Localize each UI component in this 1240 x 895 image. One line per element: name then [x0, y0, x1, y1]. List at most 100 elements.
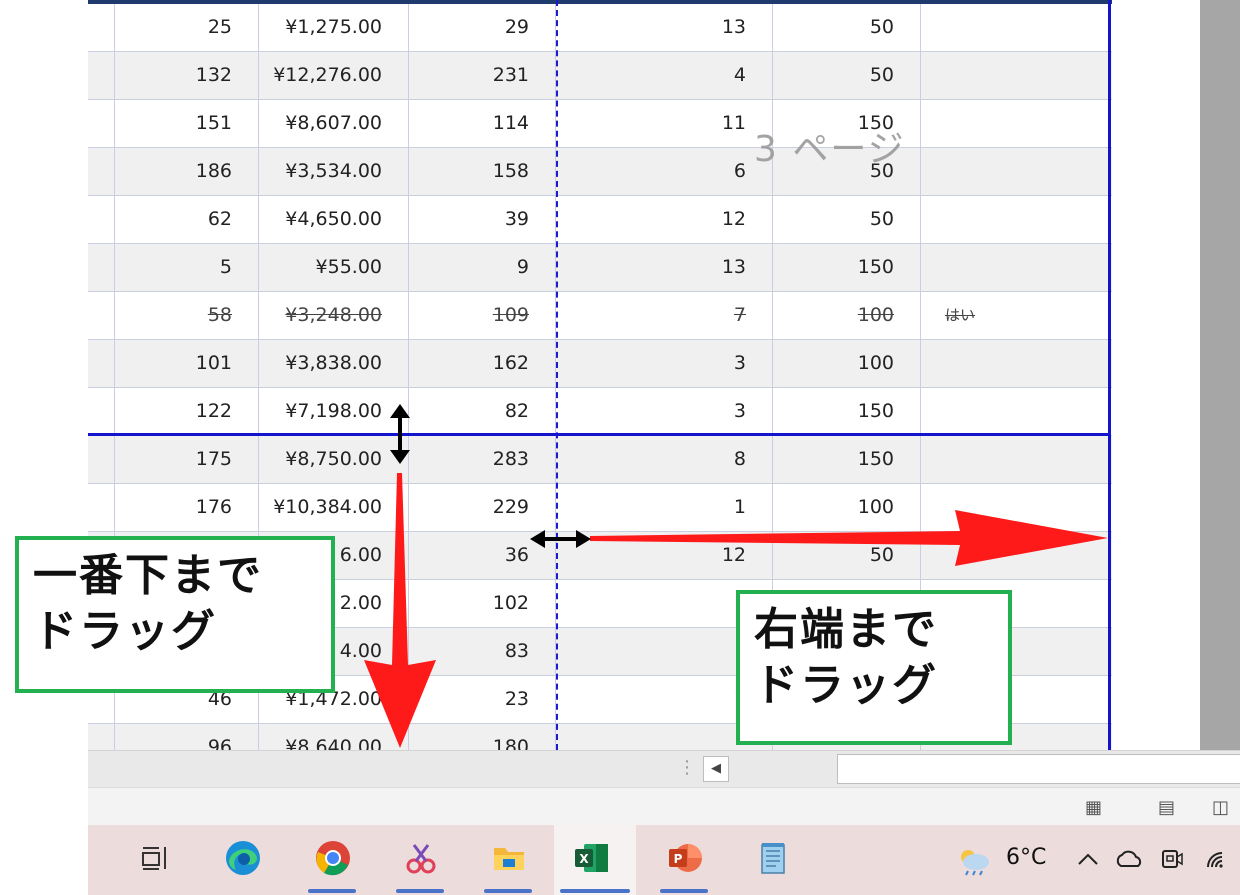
weather-temperature[interactable]: 6°C	[1006, 845, 1046, 870]
cell-b[interactable]: ¥8,607.00	[259, 100, 409, 147]
cell-b[interactable]: ¥10,384.00	[259, 484, 409, 531]
cell-f[interactable]	[921, 388, 1112, 435]
powerpoint-button[interactable]: P	[648, 825, 720, 895]
horizontal-scroll-track[interactable]	[837, 754, 1240, 784]
cell-a[interactable]: 5	[109, 244, 259, 291]
cell-e[interactable]: 50	[773, 52, 921, 99]
cell-a[interactable]: 132	[109, 52, 259, 99]
scroll-left-button[interactable]: ◀	[703, 756, 729, 782]
cell-a[interactable]: 25	[109, 4, 259, 51]
cell-d[interactable]: 13	[556, 244, 773, 291]
edge-button[interactable]	[206, 825, 278, 895]
cell-f[interactable]	[921, 436, 1112, 483]
automatic-page-break-vertical[interactable]	[556, 0, 558, 750]
cell-f[interactable]	[921, 196, 1112, 243]
cell-c[interactable]: 180	[409, 724, 556, 750]
cell-d[interactable]: 3	[556, 340, 773, 387]
cell-d[interactable]: 1	[556, 484, 773, 531]
cell-a[interactable]: 122	[109, 388, 259, 435]
page-break-preview-icon[interactable]: ◫	[1212, 797, 1229, 818]
cell-b[interactable]: ¥3,534.00	[259, 148, 409, 195]
cell-a[interactable]: 101	[109, 340, 259, 387]
cell-d[interactable]: 12	[556, 196, 773, 243]
cell-a[interactable]: 62	[109, 196, 259, 243]
cell-f[interactable]: はい	[921, 292, 1112, 339]
cell-f[interactable]	[921, 532, 1112, 579]
meet-now-icon[interactable]	[1160, 847, 1184, 871]
cell-c[interactable]: 23	[409, 676, 556, 723]
cell-c[interactable]: 29	[409, 4, 556, 51]
cell-c[interactable]: 283	[409, 436, 556, 483]
cell-a[interactable]: 96	[109, 724, 259, 750]
cell-b[interactable]: ¥8,750.00	[259, 436, 409, 483]
cell-b[interactable]: ¥55.00	[259, 244, 409, 291]
cell-d[interactable]: 13	[556, 4, 773, 51]
task-view-button[interactable]	[118, 825, 190, 895]
notepad-button[interactable]	[736, 825, 808, 895]
cell-f[interactable]	[921, 52, 1112, 99]
excel-button[interactable]: X	[554, 825, 636, 895]
callout-line: 右端まで	[754, 604, 938, 655]
weather-rain-icon[interactable]	[954, 845, 994, 877]
cell-f[interactable]	[921, 100, 1112, 147]
cell-a[interactable]: 186	[109, 148, 259, 195]
cell-f[interactable]	[921, 340, 1112, 387]
cell-c[interactable]: 162	[409, 340, 556, 387]
cell-c[interactable]: 36	[409, 532, 556, 579]
cell-e[interactable]: 100	[773, 340, 921, 387]
cell-e[interactable]: 150	[773, 436, 921, 483]
cell-e[interactable]: 150	[773, 388, 921, 435]
cell-a[interactable]: 151	[109, 100, 259, 147]
cell-c[interactable]: 39	[409, 196, 556, 243]
cell-e[interactable]: 150	[773, 244, 921, 291]
cell-e[interactable]: 100	[773, 292, 921, 339]
chevron-up-icon[interactable]	[1076, 849, 1100, 869]
cell-b[interactable]: ¥3,838.00	[259, 340, 409, 387]
cell-c[interactable]: 82	[409, 388, 556, 435]
chrome-button[interactable]	[296, 825, 368, 895]
cell-d[interactable]: 7	[556, 292, 773, 339]
cell-c[interactable]: 102	[409, 580, 556, 627]
cell-a[interactable]: 176	[109, 484, 259, 531]
table-row: 175 ¥8,750.00 283 8 150	[88, 436, 1112, 484]
cell-c[interactable]: 109	[409, 292, 556, 339]
cell-b[interactable]: ¥3,248.00	[259, 292, 409, 339]
cell-c[interactable]: 229	[409, 484, 556, 531]
cell-d[interactable]: 3	[556, 388, 773, 435]
cell-d[interactable]: 4	[556, 52, 773, 99]
cell-f[interactable]	[921, 244, 1112, 291]
cell-d[interactable]: 11	[556, 100, 773, 147]
cell-e[interactable]: 50	[773, 196, 921, 243]
windows-taskbar: X P 6°C	[88, 825, 1240, 895]
cell-f[interactable]	[921, 484, 1112, 531]
cell-b[interactable]: ¥7,198.00	[259, 388, 409, 435]
cell-e[interactable]: 50	[773, 532, 921, 579]
wifi-icon[interactable]	[1204, 847, 1230, 871]
page-break-horizontal[interactable]	[88, 433, 1111, 436]
cell-c[interactable]: 231	[409, 52, 556, 99]
cell-c[interactable]: 114	[409, 100, 556, 147]
cell-d[interactable]: 8	[556, 436, 773, 483]
cell-f[interactable]	[921, 4, 1112, 51]
cell-b[interactable]: ¥1,275.00	[259, 4, 409, 51]
cell-f[interactable]	[921, 148, 1112, 195]
file-explorer-button[interactable]	[472, 825, 544, 895]
snipping-tool-button[interactable]	[384, 825, 456, 895]
normal-view-icon[interactable]: ▦	[1085, 797, 1102, 818]
cell-c[interactable]: 9	[409, 244, 556, 291]
cell-b[interactable]: ¥8,640.00	[259, 724, 409, 750]
cell-d[interactable]: 6	[556, 148, 773, 195]
cell-c[interactable]: 158	[409, 148, 556, 195]
cell-b[interactable]: ¥12,276.00	[259, 52, 409, 99]
cell-c[interactable]: 83	[409, 628, 556, 675]
print-area-right-border[interactable]	[1108, 0, 1111, 750]
cell-e[interactable]: 50	[773, 4, 921, 51]
cell-a[interactable]: 58	[109, 292, 259, 339]
cell-b[interactable]: ¥4,650.00	[259, 196, 409, 243]
cell-a[interactable]: 175	[109, 436, 259, 483]
cell-d[interactable]: 12	[556, 532, 773, 579]
page-layout-view-icon[interactable]: ▤	[1158, 797, 1175, 818]
sheet-tab-splitter[interactable]: ⋮	[678, 757, 696, 778]
cell-e[interactable]: 100	[773, 484, 921, 531]
onedrive-cloud-icon[interactable]	[1114, 849, 1144, 869]
